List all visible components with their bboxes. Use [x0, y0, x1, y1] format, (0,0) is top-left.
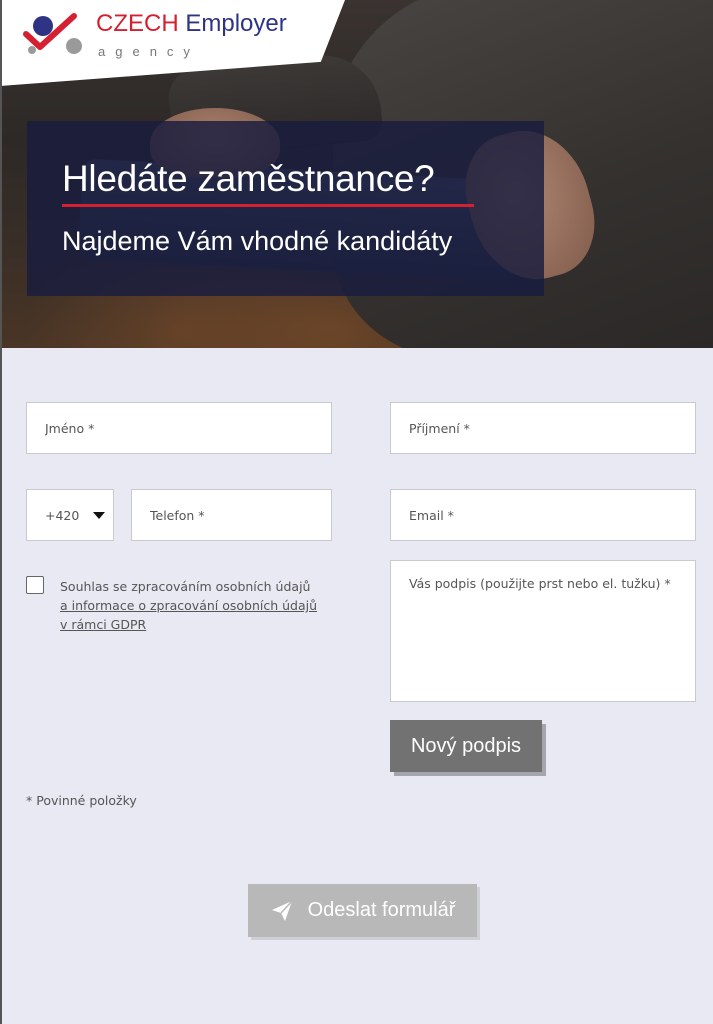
phone-prefix-select[interactable]: +420 [26, 489, 114, 541]
signature-placeholder: Vás podpis (použijte prst nebo el. tužku… [409, 576, 671, 591]
email-field[interactable] [390, 489, 696, 541]
logo-czech: CZECH [96, 10, 179, 37]
headline-overlay [27, 121, 544, 296]
logo-mark-icon [23, 13, 82, 54]
submit-label: Odeslat formulář [307, 899, 456, 921]
hero-subheadline: Najdeme Vám vhodné kandidáty [62, 226, 453, 256]
required-fields-note: * Povinné položky [26, 793, 137, 808]
logo-agency: agency [98, 44, 200, 59]
first-name-field[interactable] [26, 402, 332, 454]
last-name-field[interactable] [390, 402, 696, 454]
email-input[interactable] [409, 490, 695, 540]
caret-down-icon [93, 511, 106, 519]
logo-employer: Employer [185, 10, 287, 37]
gdpr-link-line2[interactable]: v rámci GDPR [60, 615, 320, 634]
signature-pad[interactable]: Vás podpis (použijte prst nebo el. tužku… [390, 560, 696, 702]
submit-form-button[interactable]: Odeslat formulář [248, 884, 477, 937]
new-signature-button[interactable]: Nový podpis [390, 720, 542, 772]
phone-input[interactable] [150, 490, 331, 540]
gdpr-link-line1[interactable]: a informace o zpracování osobních údajů [60, 596, 320, 615]
headline-underline [62, 204, 474, 207]
first-name-input[interactable] [45, 403, 331, 453]
hero-headline: Hledáte zaměstnance? [62, 158, 435, 199]
paper-plane-icon [271, 899, 293, 921]
logo-text: CZECH Employer [96, 10, 287, 38]
last-name-input[interactable] [409, 403, 695, 453]
phone-field[interactable] [131, 489, 332, 541]
consent-text: Souhlas se zpracováním osobních údajů [60, 579, 311, 594]
consent-label: Souhlas se zpracováním osobních údajů a … [60, 577, 320, 634]
window-edge [0, 0, 2, 1024]
phone-prefix-value: +420 [45, 507, 80, 523]
consent-checkbox[interactable] [26, 576, 44, 594]
